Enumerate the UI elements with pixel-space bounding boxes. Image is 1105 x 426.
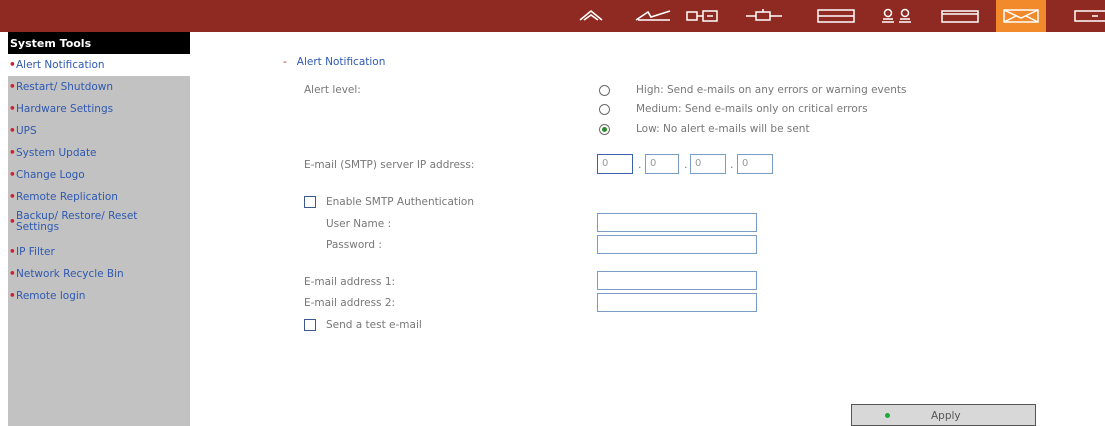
sidebar-item-label: IP Filter: [16, 246, 55, 258]
status-dot-icon: [885, 413, 890, 418]
username-label: User Name :: [326, 218, 392, 230]
apply-button[interactable]: Apply: [851, 404, 1036, 426]
sidebar-title: System Tools: [8, 32, 190, 54]
device-icon[interactable]: [685, 7, 727, 25]
sidebar-item-label: UPS: [16, 125, 37, 137]
bullet-icon: •: [9, 216, 16, 228]
sidebar-item-remote-replication[interactable]: • Remote Replication: [8, 186, 190, 208]
sidebar-item-label: Hardware Settings: [16, 103, 114, 115]
sidebar-item-ups[interactable]: • UPS: [8, 120, 190, 142]
bullet-icon: •: [9, 125, 16, 137]
bullet-icon: •: [9, 246, 16, 258]
network-icon[interactable]: [634, 7, 672, 25]
alert-level-high-label: High: Send e-mails on any errors or warn…: [636, 84, 907, 96]
smtp-auth-label: Enable SMTP Authentication: [326, 196, 474, 208]
sidebar-item-change-logo[interactable]: • Change Logo: [8, 164, 190, 186]
sidebar-item-hardware-settings[interactable]: • Hardware Settings: [8, 98, 190, 120]
sidebar-item-label: System Update: [16, 147, 97, 159]
alert-level-high-radio[interactable]: [599, 85, 610, 96]
sidebar-item-alert-notification[interactable]: • Alert Notification: [8, 54, 190, 76]
sidebar-item-label: Restart/ Shutdown: [16, 81, 114, 93]
smtp-ip-octet-4[interactable]: 0: [737, 154, 773, 174]
sidebar-item-ip-filter[interactable]: • IP Filter: [8, 244, 190, 266]
bullet-icon: •: [9, 191, 16, 203]
bullet-icon: •: [9, 290, 16, 302]
password-field[interactable]: [597, 235, 757, 254]
test-email-label: Send a test e-mail: [326, 319, 422, 331]
storage-icon[interactable]: [816, 7, 856, 25]
smtp-ip-octet-2[interactable]: 0: [645, 154, 679, 174]
home-icon[interactable]: [578, 7, 604, 25]
section-collapse-marker: -: [283, 56, 287, 68]
bullet-icon: •: [9, 169, 16, 181]
section-title-label: Alert Notification: [296, 56, 386, 68]
smtp-ip-octet-1[interactable]: 0: [597, 154, 633, 174]
sidebar: System Tools • Alert Notification • Rest…: [8, 32, 190, 426]
more-icon[interactable]: [1072, 7, 1105, 25]
sidebar-item-label: Backup/ Restore/ Reset Settings: [16, 210, 138, 233]
sidebar-item-restart-shutdown[interactable]: • Restart/ Shutdown: [8, 76, 190, 98]
alert-level-low-label: Low: No alert e-mails will be sent: [636, 123, 810, 135]
sidebar-item-remote-login[interactable]: • Remote login: [8, 288, 190, 310]
alert-level-medium-label: Medium: Send e-mails only on critical er…: [636, 103, 868, 115]
password-label: Password :: [326, 239, 382, 251]
smtp-server-label: E-mail (SMTP) server IP address:: [304, 159, 475, 171]
bullet-icon: •: [9, 103, 16, 115]
email-address-1-label: E-mail address 1:: [304, 276, 396, 288]
sidebar-item-label: Change Logo: [16, 169, 85, 181]
email-address-2-field[interactable]: [597, 293, 757, 312]
sidebar-item-label: Remote Replication: [16, 191, 118, 203]
folder-icon[interactable]: [940, 7, 980, 25]
bullet-icon: •: [9, 59, 16, 71]
section-title: - Alert Notification: [283, 56, 385, 68]
alert-level-low-radio[interactable]: [599, 124, 610, 135]
bullet-icon: •: [9, 268, 16, 280]
email-address-1-field[interactable]: [597, 271, 757, 290]
sidebar-item-network-recycle-bin[interactable]: • Network Recycle Bin: [8, 266, 190, 288]
username-field[interactable]: [597, 213, 757, 232]
bullet-icon: •: [9, 147, 16, 159]
email-address-2-label: E-mail address 2:: [304, 297, 396, 309]
smtp-auth-checkbox[interactable]: [304, 196, 316, 208]
alert-level-label: Alert level:: [304, 84, 361, 96]
mail-icon[interactable]: [1002, 7, 1040, 25]
sidebar-item-label: Remote login: [16, 290, 86, 302]
ip-separator: .: [730, 158, 734, 171]
plug-icon[interactable]: [744, 7, 784, 25]
sidebar-item-system-update[interactable]: • System Update: [8, 142, 190, 164]
alert-level-medium-radio[interactable]: [599, 104, 610, 115]
apply-button-label: Apply: [931, 410, 961, 422]
bullet-icon: •: [9, 81, 16, 93]
ip-separator: .: [684, 158, 688, 171]
users-icon[interactable]: [880, 7, 914, 25]
test-email-checkbox[interactable]: [304, 319, 316, 331]
ip-separator: .: [638, 158, 642, 171]
sidebar-item-label: Network Recycle Bin: [16, 268, 124, 280]
sidebar-item-label: Alert Notification: [16, 59, 105, 71]
smtp-ip-octet-3[interactable]: 0: [690, 154, 726, 174]
top-toolbar: [0, 0, 1105, 32]
sidebar-item-backup-restore-reset[interactable]: • Backup/ Restore/ Reset Settings: [8, 208, 190, 244]
